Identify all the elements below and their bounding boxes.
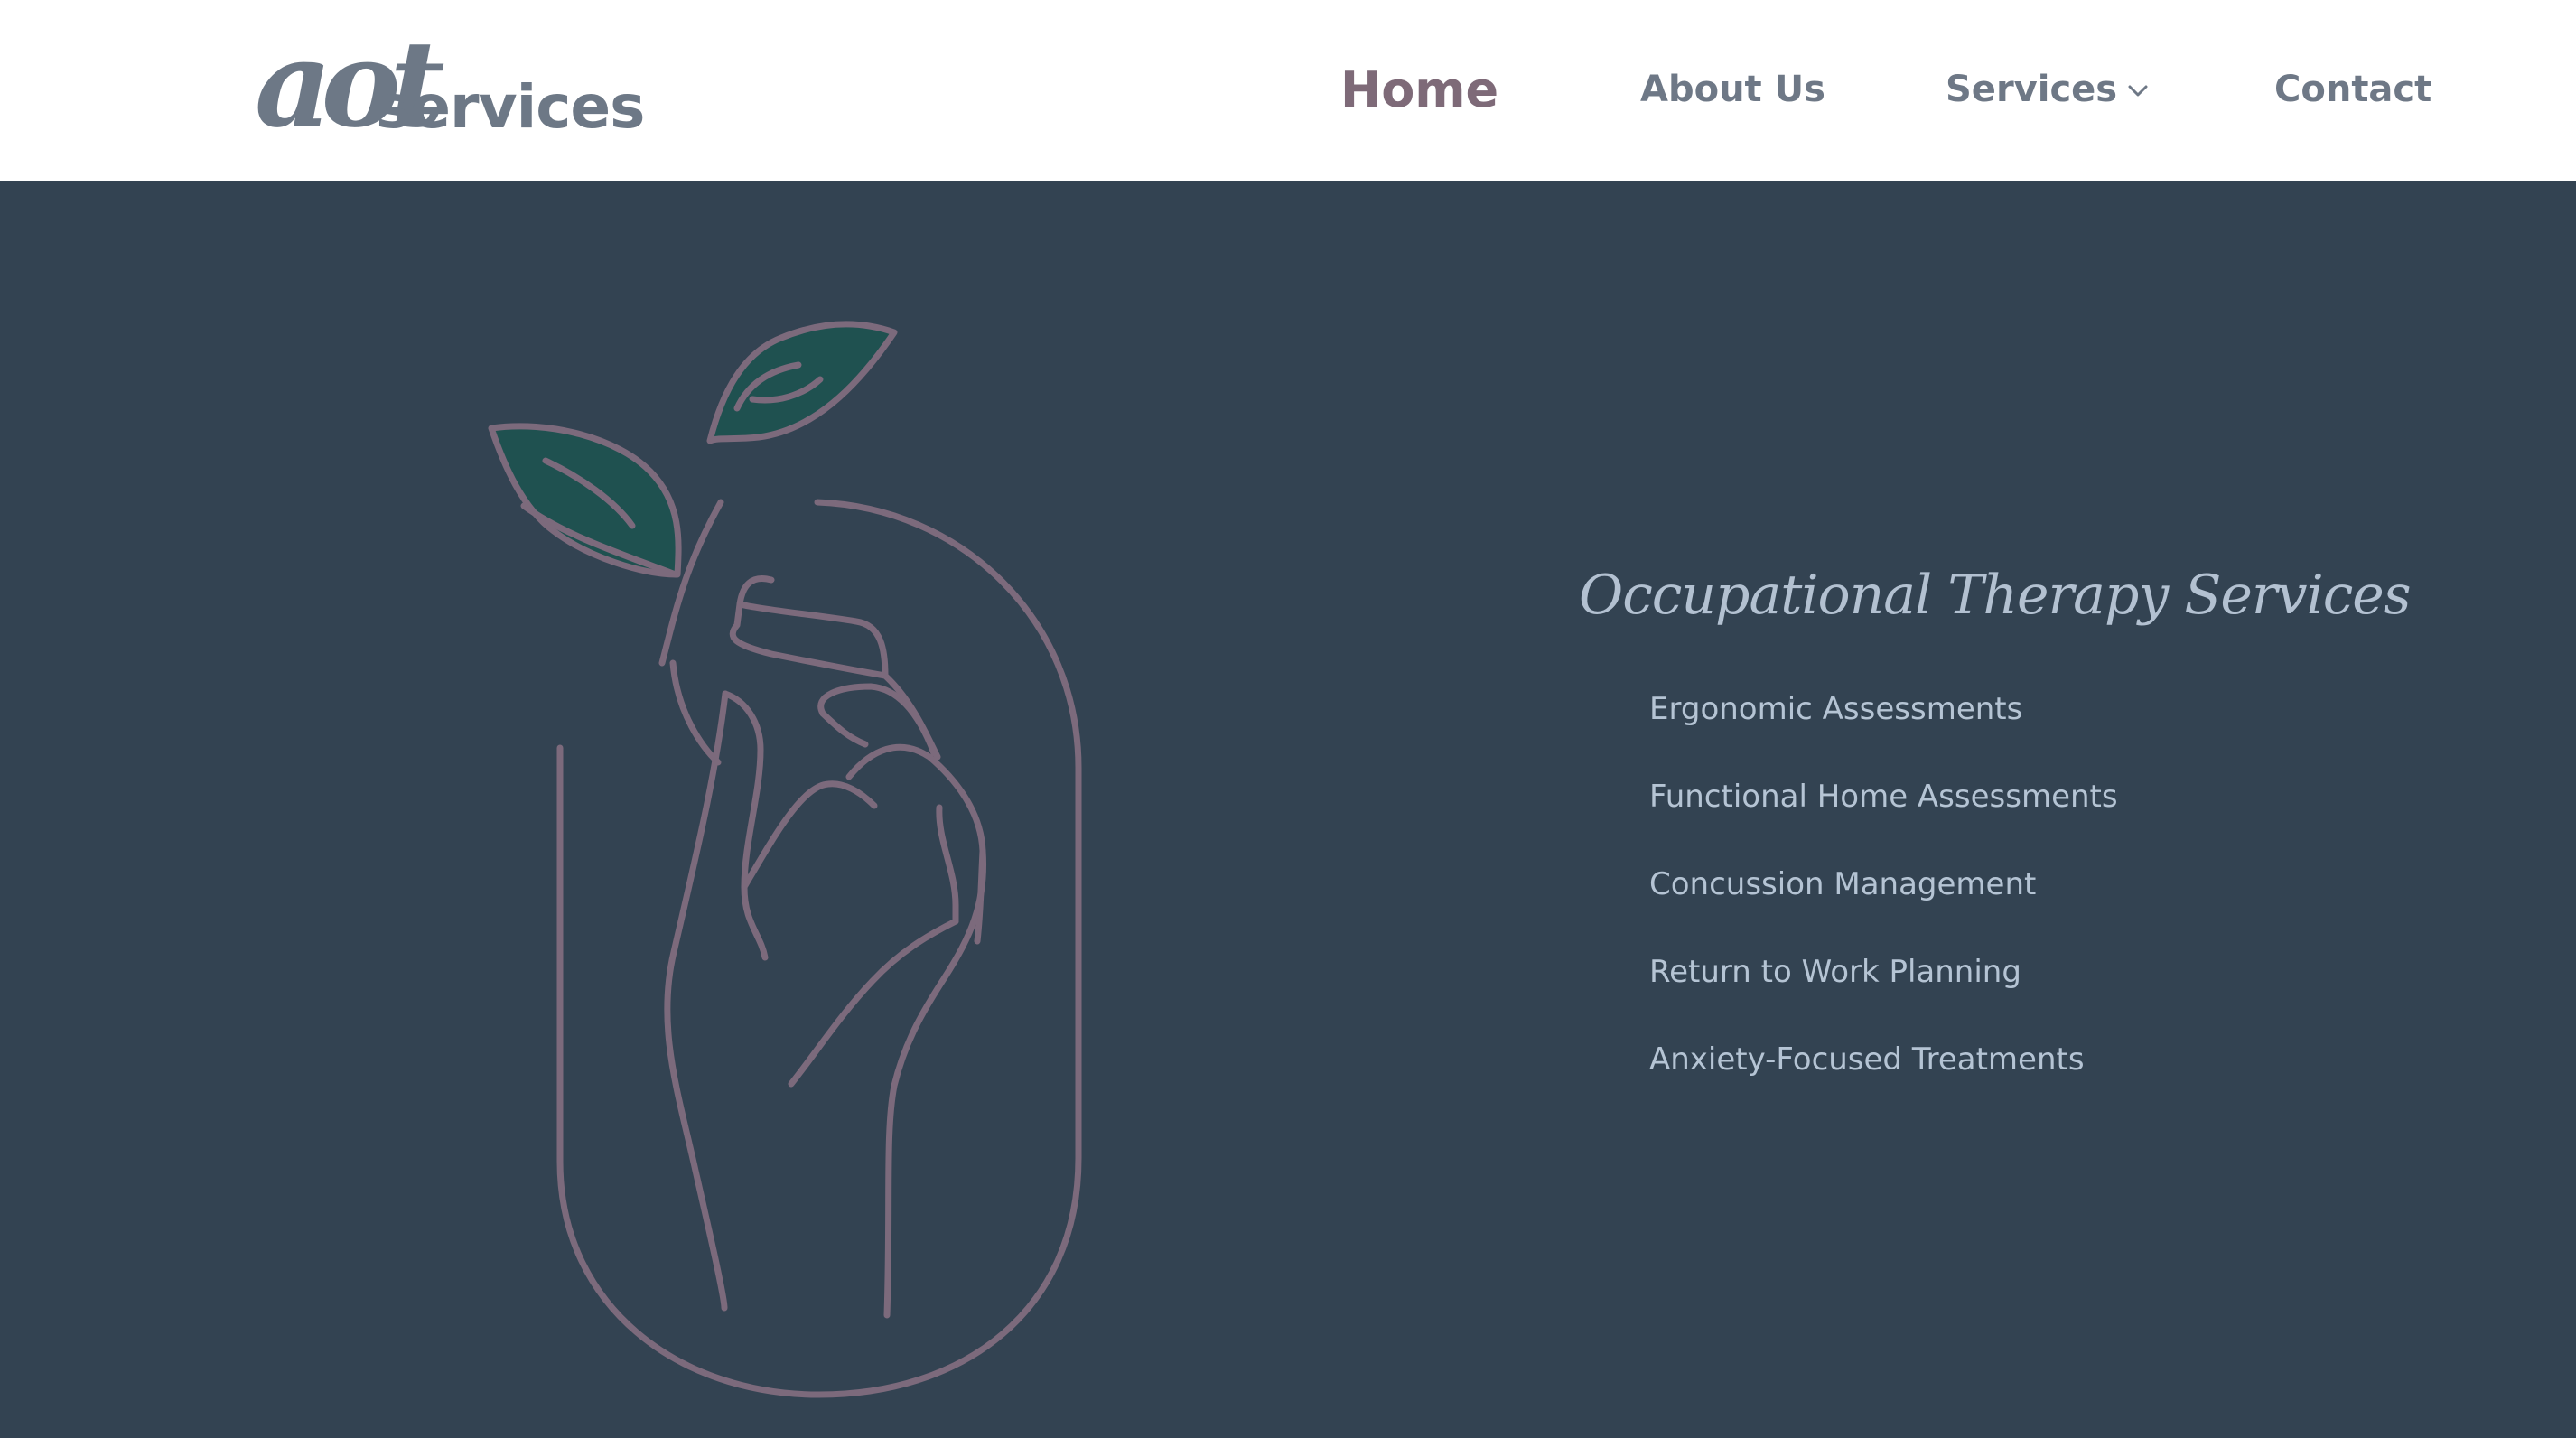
main-navigation: Home About Us Services Contact <box>0 56 2576 123</box>
hand-outline <box>722 690 769 961</box>
nav-home-link[interactable]: Home <box>1340 56 1498 123</box>
right-leaf <box>706 321 898 444</box>
services-list: Ergonomic Assessments Functional Home As… <box>1649 686 2118 1125</box>
nav-about-link[interactable]: About Us <box>1640 56 1825 123</box>
service-item-anxiety: Anxiety-Focused Treatments <box>1649 1041 2085 1078</box>
nav-contact-link[interactable]: Contact <box>2274 56 2431 123</box>
service-item-return-to-work: Return to Work Planning <box>1649 954 2021 990</box>
arch-frame <box>556 499 1082 1398</box>
nav-services-label: Services <box>1946 69 2118 110</box>
services-panel: Occupational Therapy Services Ergonomic … <box>1579 564 2412 1078</box>
hero-section: Occupational Therapy Services Ergonomic … <box>0 181 2576 1438</box>
service-item-ergonomic: Ergonomic Assessments <box>1649 691 2023 727</box>
hand-holding-sprout-illustration <box>488 321 1082 1398</box>
service-item-home: Functional Home Assessments <box>1649 779 2118 815</box>
service-item-concussion: Concussion Management <box>1649 866 2037 902</box>
nav-services-dropdown[interactable]: Services <box>1946 56 2150 123</box>
chevron-down-icon <box>2128 85 2148 97</box>
site-header: aot services Home About Us Services Cont… <box>0 0 2576 181</box>
services-heading: Occupational Therapy Services <box>1579 564 2412 627</box>
left-leaf <box>488 423 682 578</box>
